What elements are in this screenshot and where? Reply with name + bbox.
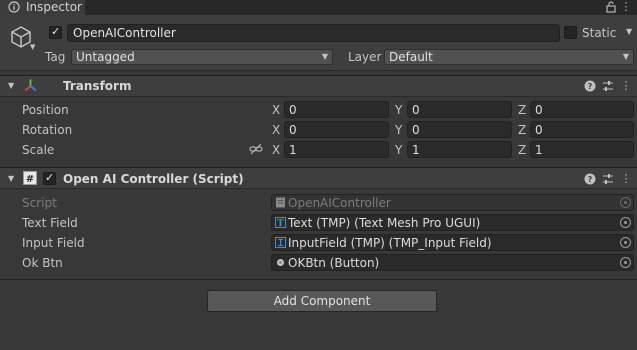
axis-y-label[interactable]: Y [395, 143, 402, 157]
help-icon[interactable]: ? [583, 79, 597, 93]
text-field-value: Text (TMP) (Text Mesh Pro UGUI) [288, 216, 481, 230]
tag-value: Untagged [76, 50, 135, 64]
rotation-z-value: 0 [535, 123, 543, 137]
lock-icon[interactable] [606, 1, 616, 13]
ok-btn-value: OKBtn (Button) [288, 256, 380, 270]
position-z-value: 0 [535, 103, 543, 117]
axis-x-label[interactable]: X [272, 143, 280, 157]
script-component-title: Open AI Controller (Script) [63, 172, 244, 186]
axis-y-label[interactable]: Y [395, 103, 402, 117]
scale-x-field[interactable]: 1 [284, 141, 389, 158]
svg-text:#: # [26, 174, 34, 185]
axis-y-label[interactable]: Y [395, 123, 402, 137]
add-component-button[interactable]: Add Component [207, 290, 437, 312]
scale-y-value: 1 [412, 143, 420, 157]
chevron-down-icon: ▼ [321, 52, 328, 61]
component-enabled-checkbox[interactable] [43, 171, 56, 185]
layer-dropdown[interactable]: Default ▼ [384, 49, 634, 65]
rotation-y-value: 0 [412, 123, 420, 137]
script-object-field: OpenAIController [271, 194, 634, 211]
tab-inspector[interactable]: Inspector [0, 0, 85, 15]
input-field-object-field[interactable]: InputField (TMP) (TMP_Input Field) [271, 234, 634, 251]
text-field-object-field[interactable]: T Text (TMP) (Text Mesh Pro UGUI) [271, 214, 634, 231]
tag-dropdown[interactable]: Untagged ▼ [71, 49, 333, 65]
scale-label: Scale [22, 143, 55, 157]
chevron-down-icon: ▼ [622, 52, 629, 61]
position-z-field[interactable]: 0 [530, 101, 634, 118]
fold-arrow-icon[interactable]: ▼ [8, 81, 14, 90]
ok-btn-object-field[interactable]: OKBtn (Button) [271, 254, 634, 271]
scale-z-field[interactable]: 1 [530, 141, 634, 158]
static-dropdown-caret-icon[interactable]: ▼ [626, 27, 632, 36]
rotation-label: Rotation [22, 123, 73, 137]
position-y-field[interactable]: 0 [407, 101, 512, 118]
button-icon [277, 259, 284, 266]
script-asset-icon [276, 197, 285, 208]
axis-z-label[interactable]: Z [518, 103, 526, 117]
fold-arrow-icon[interactable]: ▼ [8, 174, 14, 183]
presets-sliders-icon[interactable] [601, 79, 615, 93]
object-picker-icon [620, 197, 631, 208]
rotation-z-field[interactable]: 0 [530, 121, 634, 138]
svg-text:?: ? [588, 82, 593, 91]
tab-title: Inspector [26, 0, 82, 14]
object-picker-icon[interactable] [620, 237, 631, 248]
axis-z-label[interactable]: Z [518, 123, 526, 137]
position-x-value: 0 [289, 103, 297, 117]
axis-x-label[interactable]: X [272, 123, 280, 137]
kebab-menu-icon[interactable]: ⋮ [619, 172, 633, 186]
rotation-y-field[interactable]: 0 [407, 121, 512, 138]
script-object-value: OpenAIController [288, 196, 391, 210]
transform-title: Transform [63, 79, 132, 93]
input-field-icon [275, 237, 286, 248]
gameobject-name-field[interactable]: OpenAIController [67, 24, 560, 42]
static-label: Static [582, 26, 617, 40]
position-label: Position [22, 103, 69, 117]
position-x-field[interactable]: 0 [284, 101, 389, 118]
object-picker-icon[interactable] [620, 217, 631, 228]
axis-x-label[interactable]: X [272, 103, 280, 117]
input-field-value: InputField (TMP) (TMP_Input Field) [288, 236, 492, 250]
tab-bar [0, 0, 637, 15]
component-divider [0, 279, 637, 280]
tag-label: Tag [45, 50, 66, 64]
help-icon[interactable]: ? [583, 172, 597, 186]
layer-label: Layer [348, 50, 382, 64]
input-field-label: Input Field [22, 236, 85, 250]
text-field-label: Text Field [22, 216, 78, 230]
svg-text:T: T [277, 219, 284, 228]
svg-text:?: ? [588, 175, 593, 184]
kebab-menu-icon[interactable]: ⋮ [619, 79, 633, 93]
constrain-proportions-link-icon[interactable] [249, 143, 263, 155]
rotation-x-field[interactable]: 0 [284, 121, 389, 138]
info-icon [8, 1, 20, 13]
presets-sliders-icon[interactable] [601, 172, 615, 186]
gameobject-name-value: OpenAIController [73, 26, 176, 40]
position-y-value: 0 [412, 103, 420, 117]
static-checkbox[interactable] [564, 26, 577, 39]
script-field-label: Script [22, 196, 57, 210]
scale-y-field[interactable]: 1 [407, 141, 512, 158]
scale-x-value: 1 [289, 143, 297, 157]
chevron-down-icon[interactable]: ▼ [30, 43, 35, 51]
transform-axes-icon [24, 79, 37, 92]
kebab-menu-icon[interactable]: ⋮ [620, 1, 632, 13]
text-tmp-icon: T [275, 217, 286, 228]
axis-z-label[interactable]: Z [518, 143, 526, 157]
ok-btn-label: Ok Btn [22, 256, 63, 270]
rotation-x-value: 0 [289, 123, 297, 137]
object-picker-icon[interactable] [620, 257, 631, 268]
layer-value: Default [389, 50, 433, 64]
add-component-label: Add Component [273, 294, 371, 308]
active-checkbox[interactable] [49, 25, 62, 39]
csharp-script-icon: # [23, 171, 37, 185]
scale-z-value: 1 [535, 143, 543, 157]
